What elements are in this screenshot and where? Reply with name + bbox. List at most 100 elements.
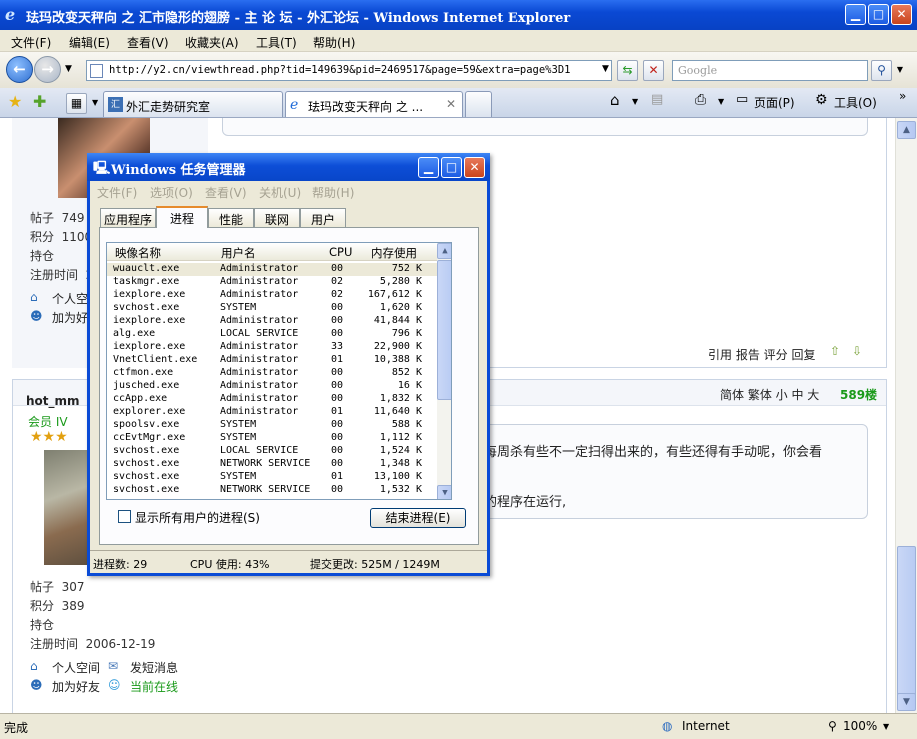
stop-icon[interactable]: ✕ (643, 60, 664, 81)
history-dropdown-icon[interactable]: ▼ (65, 64, 72, 74)
link-personal-space[interactable]: 个人空间 (52, 659, 100, 676)
tab-list-dropdown-icon[interactable]: ▼ (92, 98, 98, 107)
address-dropdown-icon[interactable]: ▼ (595, 60, 616, 81)
tm-minimize-button[interactable]: ▁ (418, 157, 439, 178)
link-personal-space[interactable]: 个人空 (52, 290, 88, 307)
process-row[interactable]: iexplore.exe Administrator 02 167,612 K (107, 289, 437, 302)
quick-tabs-icon[interactable]: ▦ (66, 93, 87, 114)
chevron-more-icon[interactable]: » (899, 89, 906, 103)
add-favorite-icon[interactable]: ✚ (33, 92, 46, 111)
home-icon[interactable]: ⌂ (610, 91, 620, 109)
tab-close-icon[interactable]: ✕ (446, 97, 456, 111)
tab-networking[interactable]: 联网 (254, 208, 300, 227)
zoom-level[interactable]: 100% (843, 719, 877, 733)
post-actions[interactable]: 引用 报告 评分 回复 (708, 346, 815, 363)
process-row[interactable]: svchost.exe NETWORK SERVICE 00 1,532 K (107, 484, 437, 497)
process-row[interactable]: svchost.exe SYSTEM 00 1,620 K (107, 302, 437, 315)
process-list-scrollbar[interactable]: ▲ ▼ (437, 243, 451, 499)
menu-file[interactable]: 文件(F) (11, 34, 51, 51)
security-zone[interactable]: Internet (682, 719, 730, 733)
scroll-top-icon[interactable]: ⇧ (830, 344, 840, 358)
process-row[interactable]: alg.exe LOCAL SERVICE 00 796 K (107, 328, 437, 341)
scroll-up-icon[interactable]: ▲ (897, 121, 916, 139)
tm-menu-file[interactable]: 文件(F) (97, 184, 137, 201)
link-send-message[interactable]: 发短消息 (130, 659, 178, 676)
maximize-button[interactable]: □ (868, 4, 889, 25)
col-cpu[interactable]: CPU (329, 245, 352, 259)
menu-view[interactable]: 查看(V) (127, 34, 169, 51)
process-row[interactable]: jusched.exe Administrator 00 16 K (107, 380, 437, 393)
tab-label: 外汇走势研究室 (126, 100, 211, 114)
menu-edit[interactable]: 编辑(E) (69, 34, 110, 51)
show-all-checkbox[interactable] (118, 510, 131, 523)
username[interactable]: hot_mm (26, 394, 80, 408)
menu-favorites[interactable]: 收藏夹(A) (185, 34, 239, 51)
process-row[interactable]: spoolsv.exe SYSTEM 00 588 K (107, 419, 437, 432)
list-scroll-thumb[interactable] (437, 260, 451, 400)
page-scrollbar[interactable]: ▲ ▼ (895, 118, 917, 713)
tab-processes[interactable]: 进程 (156, 206, 208, 228)
home-dropdown-icon[interactable]: ▼ (632, 97, 638, 106)
back-button[interactable]: ← (6, 56, 33, 83)
view-options[interactable]: 简体 繁体 小 中 大 (720, 386, 819, 403)
process-row[interactable]: ccApp.exe Administrator 00 1,832 K (107, 393, 437, 406)
process-row[interactable]: wuauclt.exe Administrator 00 752 K (107, 263, 437, 276)
end-process-button[interactable]: 结束进程(E) (370, 508, 466, 528)
link-add-friend[interactable]: 加为好友 (52, 678, 100, 695)
process-row[interactable]: svchost.exe LOCAL SERVICE 00 1,524 K (107, 445, 437, 458)
search-icon[interactable]: ⚲ (871, 60, 892, 81)
process-row[interactable]: explorer.exe Administrator 01 11,640 K (107, 406, 437, 419)
print-dropdown-icon[interactable]: ▼ (718, 97, 724, 106)
process-row[interactable]: iexplore.exe Administrator 00 41,844 K (107, 315, 437, 328)
menu-tools[interactable]: 工具(T) (256, 34, 297, 51)
process-list-header: 映像名称 用户名 CPU 内存使用 (107, 243, 451, 261)
tm-menu-options[interactable]: 选项(O) (150, 184, 193, 201)
forward-button[interactable]: → (34, 56, 61, 83)
tab-users[interactable]: 用户 (300, 208, 346, 227)
tm-menu-help[interactable]: 帮助(H) (312, 184, 354, 201)
tab-performance[interactable]: 性能 (208, 208, 254, 227)
tab-forex-research[interactable]: 汇 外汇走势研究室 (103, 91, 283, 117)
tm-status-bar: 进程数: 29 CPU 使用: 43% 提交更改: 525M / 1249M (90, 550, 487, 573)
col-memory[interactable]: 内存使用 (371, 245, 417, 261)
address-field[interactable]: http://y2.cn/viewthread.php?tid=149639&p… (86, 60, 612, 81)
search-options-icon[interactable]: ▼ (893, 60, 907, 81)
col-image-name[interactable]: 映像名称 (115, 245, 161, 261)
close-button[interactable]: ✕ (891, 4, 912, 25)
tm-maximize-button[interactable]: □ (441, 157, 462, 178)
minimize-button[interactable]: ▁ (845, 4, 866, 25)
new-tab-button[interactable] (465, 91, 492, 117)
scroll-bottom-icon[interactable]: ⇩ (852, 344, 862, 358)
tools-menu[interactable]: 工具(O) (834, 94, 877, 111)
print-icon[interactable]: ⎙ (695, 92, 706, 108)
page-menu[interactable]: 页面(P) (754, 94, 795, 111)
tab-current-thread[interactable]: e 珐玛改变天秤向 之 ... ✕ (285, 91, 463, 117)
tm-close-button[interactable]: ✕ (464, 157, 485, 178)
zoom-dropdown-icon[interactable]: ▼ (883, 722, 889, 731)
show-all-label[interactable]: 显示所有用户的进程(S) (135, 509, 260, 526)
refresh-icon[interactable]: ⇆ (617, 60, 638, 81)
search-input[interactable]: Google (672, 60, 868, 81)
process-row[interactable]: svchost.exe NETWORK SERVICE 00 1,348 K (107, 458, 437, 471)
tab-applications[interactable]: 应用程序 (100, 208, 156, 227)
process-row[interactable]: ccEvtMgr.exe SYSTEM 00 1,112 K (107, 432, 437, 445)
list-scroll-up-icon[interactable]: ▲ (437, 243, 451, 259)
process-list[interactable]: 映像名称 用户名 CPU 内存使用 wuauclt.exe Administrat… (106, 242, 452, 500)
favorites-star-icon[interactable]: ★ (8, 92, 22, 111)
process-row[interactable]: taskmgr.exe Administrator 02 5,280 K (107, 276, 437, 289)
process-row[interactable]: svchost.exe SYSTEM 01 13,100 K (107, 471, 437, 484)
list-scroll-down-icon[interactable]: ▼ (437, 485, 451, 499)
scroll-thumb[interactable] (897, 546, 916, 696)
scroll-down-icon[interactable]: ▼ (897, 693, 916, 711)
col-user-name[interactable]: 用户名 (221, 245, 256, 261)
process-user-name: Administrator (220, 367, 299, 378)
process-cpu: 00 (331, 393, 344, 404)
feeds-icon[interactable]: ▤ (651, 92, 663, 107)
tm-menu-shutdown[interactable]: 关机(U) (259, 184, 301, 201)
process-row[interactable]: ctfmon.exe Administrator 00 852 K (107, 367, 437, 380)
process-row[interactable]: iexplore.exe Administrator 33 22,900 K (107, 341, 437, 354)
tm-menu-view[interactable]: 查看(V) (205, 184, 247, 201)
process-row[interactable]: VnetClient.exe Administrator 01 10,388 K (107, 354, 437, 367)
menu-help[interactable]: 帮助(H) (313, 34, 355, 51)
process-image-name: svchost.exe (113, 484, 180, 495)
